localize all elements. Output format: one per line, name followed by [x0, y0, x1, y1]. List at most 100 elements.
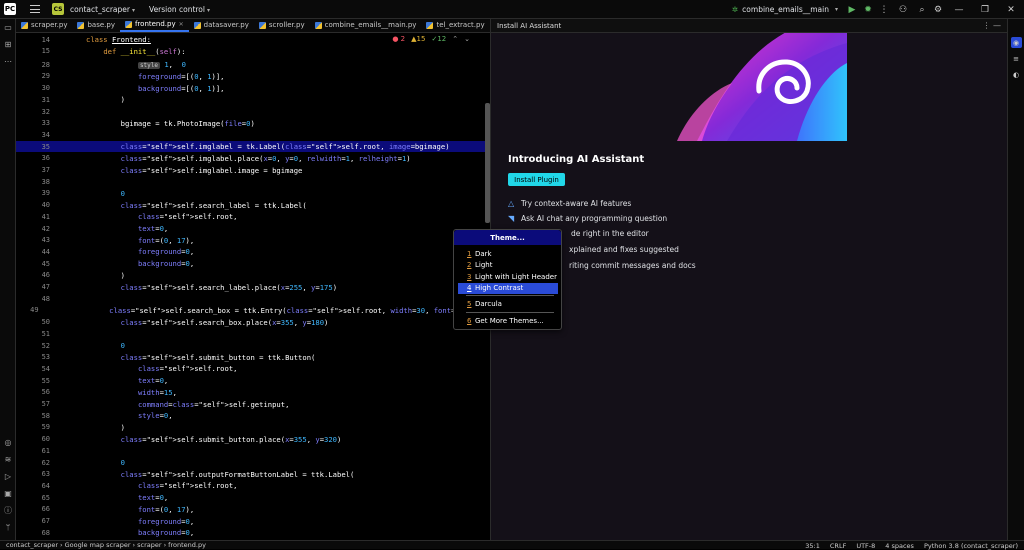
line-number[interactable]: 60: [16, 435, 50, 443]
notifications-icon[interactable]: ◐: [1011, 69, 1022, 80]
close-tab-icon[interactable]: ✕: [179, 21, 184, 28]
line-number[interactable]: 53: [16, 353, 50, 361]
theme-option-dark[interactable]: 1 Dark: [458, 248, 558, 259]
line-number[interactable]: 56: [16, 388, 50, 396]
line-number[interactable]: 32: [16, 108, 50, 116]
structure-icon[interactable]: ⊞: [0, 36, 16, 53]
theme-option-light-header[interactable]: 3 Light with Light Header: [458, 271, 558, 282]
theme-option-get-more[interactable]: 6 Get More Themes...: [458, 316, 558, 327]
tab-combine-emails[interactable]: combine_emails__main.py: [310, 18, 422, 32]
code-analysis-widget[interactable]: ● 2 ▲15 ✓12 ⌃ ⌄: [392, 35, 470, 43]
breadcrumb-item[interactable]: contact_scraper: [6, 541, 58, 549]
line-number[interactable]: 49: [16, 306, 39, 314]
line-number[interactable]: 31: [16, 96, 50, 104]
line-number[interactable]: 33: [16, 119, 50, 127]
run-console-icon[interactable]: ▷: [0, 468, 16, 485]
theme-option-light[interactable]: 2 Light: [458, 260, 558, 271]
line-number[interactable]: 30: [16, 84, 50, 92]
tab-scroller[interactable]: scroller.py: [254, 18, 310, 32]
line-number[interactable]: 28: [16, 61, 50, 69]
panel-options-icon[interactable]: ⋮ —: [982, 21, 1001, 30]
search-icon[interactable]: ⌕: [914, 0, 930, 19]
settings-gear-icon[interactable]: ⚙: [930, 0, 946, 19]
line-number[interactable]: 64: [16, 482, 50, 490]
database-icon[interactable]: ≡: [1011, 53, 1022, 64]
caret-position[interactable]: 35:1: [805, 542, 820, 550]
folder-icon[interactable]: ▭: [0, 19, 16, 36]
line-number[interactable]: 38: [16, 178, 50, 186]
line-number[interactable]: 51: [16, 330, 50, 338]
line-number[interactable]: 55: [16, 377, 50, 385]
tab-frontend[interactable]: frontend.py ✕: [120, 18, 189, 32]
prev-highlight-icon[interactable]: ⌃: [452, 35, 458, 43]
line-number[interactable]: 45: [16, 260, 50, 268]
more-tools-icon[interactable]: ⋯: [0, 53, 16, 70]
tab-base[interactable]: base.py: [72, 18, 120, 32]
line-number[interactable]: 63: [16, 470, 50, 478]
line-number[interactable]: 68: [16, 529, 50, 537]
project-badge[interactable]: CS: [52, 3, 64, 15]
project-selector[interactable]: contact_scraper ▾: [70, 5, 135, 14]
more-actions-icon[interactable]: ⋮: [876, 0, 892, 19]
line-number[interactable]: 36: [16, 154, 50, 162]
close-window-button[interactable]: ✕: [998, 0, 1024, 19]
line-number[interactable]: 29: [16, 72, 50, 80]
line-number[interactable]: 57: [16, 400, 50, 408]
python-file-icon: [77, 22, 84, 29]
code-text: class="self">self.submit_button.place(x=…: [50, 435, 341, 444]
tab-tel-extract[interactable]: tel_extract.py: [421, 18, 489, 32]
run-icon[interactable]: ▶: [844, 0, 860, 19]
line-number[interactable]: 52: [16, 342, 50, 350]
problems-icon[interactable]: ⓘ: [0, 502, 16, 519]
next-highlight-icon[interactable]: ⌄: [464, 35, 470, 43]
line-number[interactable]: 42: [16, 225, 50, 233]
line-number[interactable]: 41: [16, 213, 50, 221]
maximize-button[interactable]: ❐: [972, 0, 998, 19]
line-number[interactable]: 37: [16, 166, 50, 174]
code-line: 65 text=0,: [16, 492, 490, 504]
line-number[interactable]: 40: [16, 201, 50, 209]
line-number[interactable]: 59: [16, 423, 50, 431]
line-number[interactable]: 62: [16, 459, 50, 467]
line-number[interactable]: 61: [16, 447, 50, 455]
install-plugin-button[interactable]: Install Plugin: [508, 173, 565, 186]
line-separator[interactable]: CRLF: [830, 542, 846, 550]
line-number[interactable]: 46: [16, 271, 50, 279]
line-number[interactable]: 66: [16, 505, 50, 513]
file-encoding[interactable]: UTF-8: [856, 542, 875, 550]
line-number[interactable]: 54: [16, 365, 50, 373]
breadcrumb-item[interactable]: Google map scraper: [65, 541, 131, 549]
line-number[interactable]: 67: [16, 517, 50, 525]
ai-assistant-icon[interactable]: ◉: [1011, 37, 1022, 48]
line-number[interactable]: 58: [16, 412, 50, 420]
add-user-icon[interactable]: ⚇: [892, 0, 914, 19]
indent-setting[interactable]: 4 spaces: [885, 542, 914, 550]
python-packages-icon[interactable]: ◎: [0, 434, 16, 451]
run-config-selector[interactable]: ✲ combine_emails__main ▾: [732, 5, 838, 14]
layers-icon[interactable]: ≋: [0, 451, 16, 468]
tab-scraper[interactable]: scraper.py: [16, 18, 72, 32]
python-interpreter[interactable]: Python 3.8 (contact_scraper): [924, 542, 1018, 550]
line-number[interactable]: 48: [16, 295, 50, 303]
code-editor[interactable]: 14 class Frontend: 15 def __init__(self):…: [16, 33, 490, 540]
breadcrumb-item[interactable]: frontend.py: [168, 541, 206, 549]
line-number[interactable]: 44: [16, 248, 50, 256]
terminal-icon[interactable]: ▣: [0, 485, 16, 502]
line-number[interactable]: 47: [16, 283, 50, 291]
theme-option-high-contrast[interactable]: 4 High Contrast: [458, 283, 558, 294]
main-menu-icon[interactable]: [30, 5, 40, 13]
line-number[interactable]: 43: [16, 236, 50, 244]
minimize-button[interactable]: —: [946, 0, 972, 19]
vcs-selector[interactable]: Version control ▾: [149, 5, 210, 14]
line-number[interactable]: 65: [16, 494, 50, 502]
tab-datasaver[interactable]: datasaver.py: [189, 18, 254, 32]
line-number[interactable]: 35: [16, 143, 50, 151]
line-number[interactable]: 34: [16, 131, 50, 139]
theme-option-darcula[interactable]: 5 Darcula: [458, 299, 558, 310]
line-number[interactable]: 39: [16, 189, 50, 197]
line-number[interactable]: 50: [16, 318, 50, 326]
git-icon[interactable]: ᛘ: [0, 519, 16, 536]
breadcrumb-item[interactable]: scraper: [137, 541, 161, 549]
code-line: 30 background=[(0, 1)],: [16, 82, 490, 94]
debug-icon[interactable]: ✹: [860, 0, 876, 19]
